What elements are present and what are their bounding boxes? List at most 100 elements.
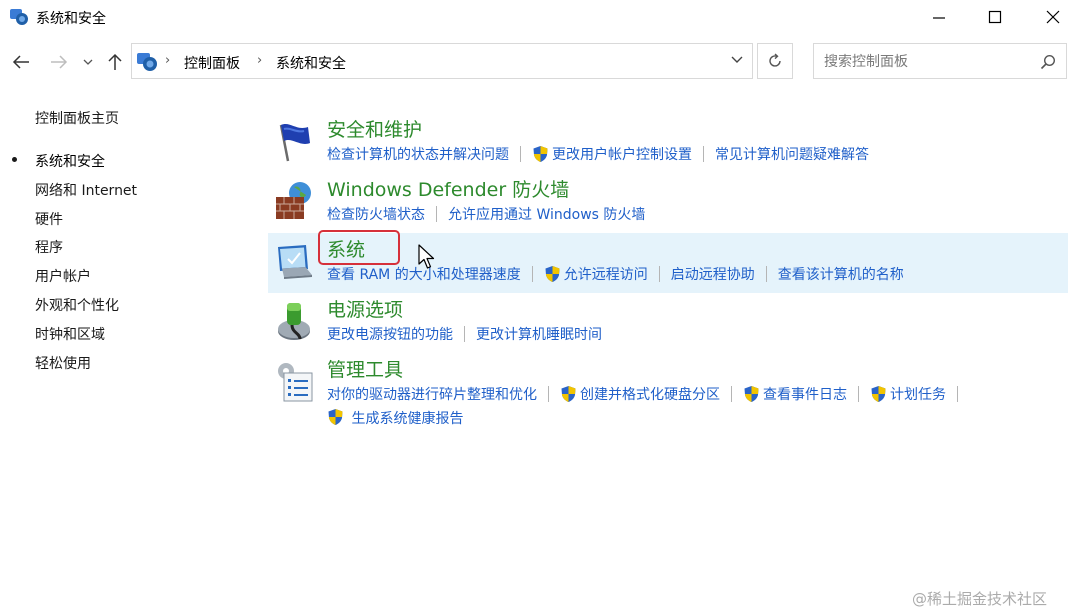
task-link-label: 检查计算机的状态并解决问题 [327,147,509,163]
window-title: 系统和安全 [36,11,106,27]
category-power-options: 电源选项 更改电源按钮的功能 更改计算机睡眠时间 [268,293,1068,353]
recent-locations-button[interactable] [78,48,98,76]
refresh-icon [769,53,781,67]
nav-item-programs[interactable]: 程序 [35,237,63,257]
category-links: 查看 RAM 的大小和处理器速度 允许远程访问 启动远程协助 查看该计算机的名称 [327,264,904,284]
minimize-icon [933,17,945,19]
annotation-highlight-box [318,230,400,265]
uac-shield-icon [561,386,576,402]
chevron-down-icon [83,59,93,65]
close-button[interactable] [1028,0,1078,34]
breadcrumb-separator: › [257,53,263,68]
task-link[interactable]: 查看事件日志 [743,384,847,404]
up-button[interactable] [102,48,128,76]
uac-shield-icon [744,386,759,402]
link-divider [957,386,958,402]
task-link[interactable]: 更改计算机睡眠时间 [476,324,602,344]
category-links: 检查防火墙状态 允许应用通过 Windows 防火墙 [327,204,645,224]
link-divider [703,146,704,162]
nav-item-user-accounts[interactable]: 用户帐户 [35,266,91,286]
task-link[interactable]: 创建并格式化硬盘分区 [560,384,720,404]
task-link[interactable]: 计划任务 [870,384,946,404]
search-icon[interactable] [1040,54,1056,70]
task-link[interactable]: 生成系统健康报告 [327,408,463,428]
search-input[interactable] [822,51,1026,73]
task-link-label: 允许远程访问 [563,267,648,283]
task-link-label: 更改计算机睡眠时间 [476,327,602,343]
category-firewall: Windows Defender 防火墙 检查防火墙状态 允许应用通过 Wind… [268,173,1068,233]
nav-item-clock-region[interactable]: 时钟和区域 [35,324,105,344]
arrow-up-icon [108,53,122,70]
link-divider [520,146,521,162]
breadcrumb-system-security[interactable]: 系统和安全 [276,53,346,73]
category-title[interactable]: 管理工具 [327,355,403,382]
uac-shield-icon [871,386,886,402]
search-box[interactable] [813,43,1067,79]
task-link[interactable]: 检查计算机的状态并解决问题 [327,144,509,164]
task-link[interactable]: 常见计算机问题疑难解答 [715,144,869,164]
task-link-label: 对你的驱动器进行碎片整理和优化 [327,387,537,403]
task-link-label: 查看事件日志 [763,387,847,403]
category-title[interactable]: 电源选项 [327,295,403,322]
link-divider [658,266,660,282]
category-links: 更改电源按钮的功能 更改计算机睡眠时间 [327,324,602,344]
task-link[interactable]: 对你的驱动器进行碎片整理和优化 [327,384,537,404]
uac-shield-icon [545,266,560,282]
maximize-button[interactable] [970,0,1020,34]
current-item-bullet [12,157,17,162]
nav-item-ease-of-access[interactable]: 轻松使用 [35,353,91,373]
task-link[interactable]: 查看该计算机的名称 [778,264,904,284]
task-link-label: 启动远程协助 [670,267,755,283]
uac-shield-icon [533,146,548,162]
category-links-row2: 生成系统健康报告 [327,408,463,428]
task-link-label: 常见计算机问题疑难解答 [715,147,869,163]
category-links: 检查计算机的状态并解决问题 更改用户帐户控制设置 常见计算机问题疑难解答 [327,144,869,164]
back-button[interactable] [8,48,34,76]
nav-item-network-internet[interactable]: 网络和 Internet [35,180,137,200]
task-link[interactable]: 允许远程访问 [544,264,648,284]
task-link[interactable]: 更改电源按钮的功能 [327,324,453,344]
link-divider [436,206,437,222]
task-link[interactable]: 检查防火墙状态 [327,204,425,224]
arrow-right-icon [51,55,68,69]
flag-icon [279,124,310,162]
uac-shield-icon [328,409,343,425]
category-title[interactable]: 安全和维护 [327,115,422,142]
minimize-button[interactable] [914,0,964,34]
link-divider [531,266,533,282]
task-link-label: 创建并格式化硬盘分区 [580,387,720,403]
category-admin-tools: 管理工具 对你的驱动器进行碎片整理和优化 创建并格式化硬盘分区 查看事件日志 计… [268,353,1068,433]
category-title[interactable]: Windows Defender 防火墙 [327,175,569,202]
nav-item-appearance[interactable]: 外观和个性化 [35,295,119,315]
task-link-label: 生成系统健康报告 [351,411,464,427]
control-panel-icon [10,9,28,25]
category-links: 对你的驱动器进行碎片整理和优化 创建并格式化硬盘分区 查看事件日志 计划任务 [327,384,969,404]
computer-icon [278,245,312,279]
address-bar[interactable]: › 控制面板 › 系统和安全 [131,43,753,79]
title-bar: 系统和安全 [0,0,1080,34]
refresh-button[interactable] [757,43,793,79]
forward-button[interactable] [46,48,72,76]
breadcrumb-control-panel[interactable]: 控制面板 [184,53,240,73]
arrow-left-icon [12,55,29,69]
firewall-icon [276,182,311,219]
task-link-label: 检查防火墙状态 [327,207,425,223]
watermark: @稀土掘金技术社区 [912,590,1048,608]
task-link-label: 计划任务 [890,387,946,403]
link-divider [858,386,859,402]
task-link[interactable]: 启动远程协助 [671,264,755,284]
chevron-down-icon[interactable] [730,54,744,66]
task-link[interactable]: 允许应用通过 Windows 防火墙 [448,204,645,224]
link-divider [548,386,549,402]
link-divider [731,386,732,402]
mouse-cursor-icon [418,244,435,269]
nav-item-hardware[interactable]: 硬件 [35,209,63,229]
maximize-icon [988,10,1002,24]
control-panel-icon [137,53,157,71]
task-link[interactable]: 更改用户帐户控制设置 [532,144,692,164]
admin-tools-icon [278,363,313,402]
control-panel-home-link[interactable]: 控制面板主页 [35,108,119,128]
nav-item-system-security[interactable]: 系统和安全 [35,151,105,171]
breadcrumb-separator: › [165,53,171,68]
link-divider [464,326,465,342]
